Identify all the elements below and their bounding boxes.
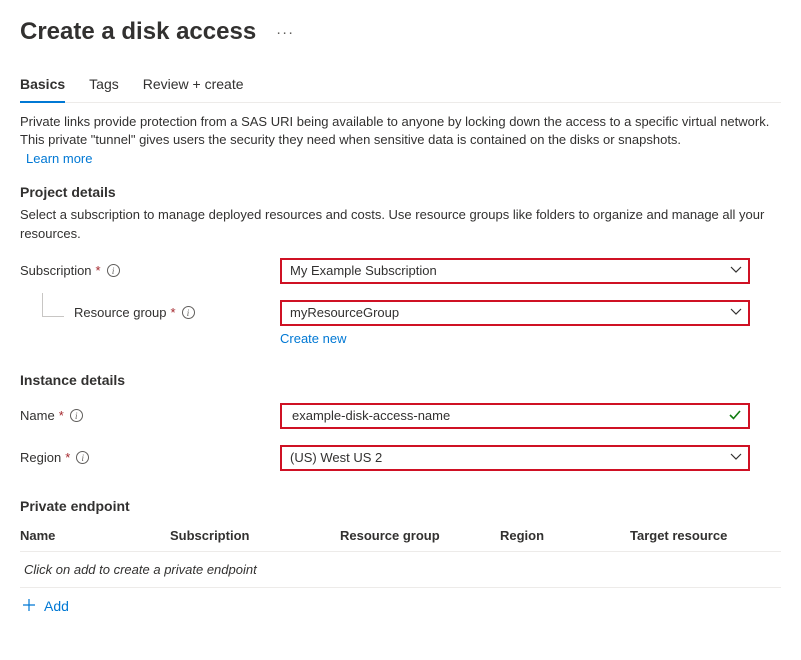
endpoint-table-header: Name Subscription Resource group Region …	[20, 520, 781, 552]
required-marker: *	[96, 263, 101, 278]
project-details-desc: Select a subscription to manage deployed…	[20, 206, 781, 242]
tab-basics[interactable]: Basics	[20, 68, 65, 102]
intro-text: Private links provide protection from a …	[20, 113, 781, 149]
add-label: Add	[44, 598, 69, 614]
tab-review-create[interactable]: Review + create	[143, 68, 244, 102]
plus-icon	[22, 598, 36, 615]
learn-more-link[interactable]: Learn more	[26, 151, 92, 166]
subscription-label: Subscription	[20, 263, 92, 278]
required-marker: *	[65, 450, 70, 465]
chevron-down-icon	[730, 305, 742, 320]
instance-details-heading: Instance details	[20, 372, 781, 388]
project-details-heading: Project details	[20, 184, 781, 200]
tabs: Basics Tags Review + create	[20, 68, 781, 103]
region-label: Region	[20, 450, 61, 465]
required-marker: *	[59, 408, 64, 423]
info-icon[interactable]: i	[76, 451, 89, 464]
subscription-select[interactable]: My Example Subscription	[280, 258, 750, 284]
endpoint-empty-row: Click on add to create a private endpoin…	[20, 552, 781, 588]
col-region: Region	[500, 528, 630, 543]
check-icon	[728, 407, 742, 424]
region-value: (US) West US 2	[290, 450, 382, 465]
info-icon[interactable]: i	[70, 409, 83, 422]
name-input-wrapper	[280, 403, 750, 429]
tree-line-icon	[42, 293, 64, 317]
region-select[interactable]: (US) West US 2	[280, 445, 750, 471]
col-name: Name	[20, 528, 170, 543]
subscription-value: My Example Subscription	[290, 263, 437, 278]
name-input[interactable]	[290, 407, 722, 424]
col-resource-group: Resource group	[340, 528, 500, 543]
create-new-link[interactable]: Create new	[280, 331, 346, 346]
private-endpoint-heading: Private endpoint	[20, 498, 781, 514]
chevron-down-icon	[730, 450, 742, 465]
name-label: Name	[20, 408, 55, 423]
col-subscription: Subscription	[170, 528, 340, 543]
col-target-resource: Target resource	[630, 528, 781, 543]
page-title: Create a disk access	[20, 18, 256, 46]
tab-tags[interactable]: Tags	[89, 68, 119, 102]
info-icon[interactable]: i	[107, 264, 120, 277]
chevron-down-icon	[730, 263, 742, 278]
required-marker: *	[171, 305, 176, 320]
resource-group-value: myResourceGroup	[290, 305, 399, 320]
resource-group-select[interactable]: myResourceGroup	[280, 300, 750, 326]
more-icon[interactable]: ···	[276, 24, 294, 41]
add-endpoint-button[interactable]: Add	[20, 588, 781, 625]
info-icon[interactable]: i	[182, 306, 195, 319]
resource-group-label: Resource group	[74, 305, 167, 320]
